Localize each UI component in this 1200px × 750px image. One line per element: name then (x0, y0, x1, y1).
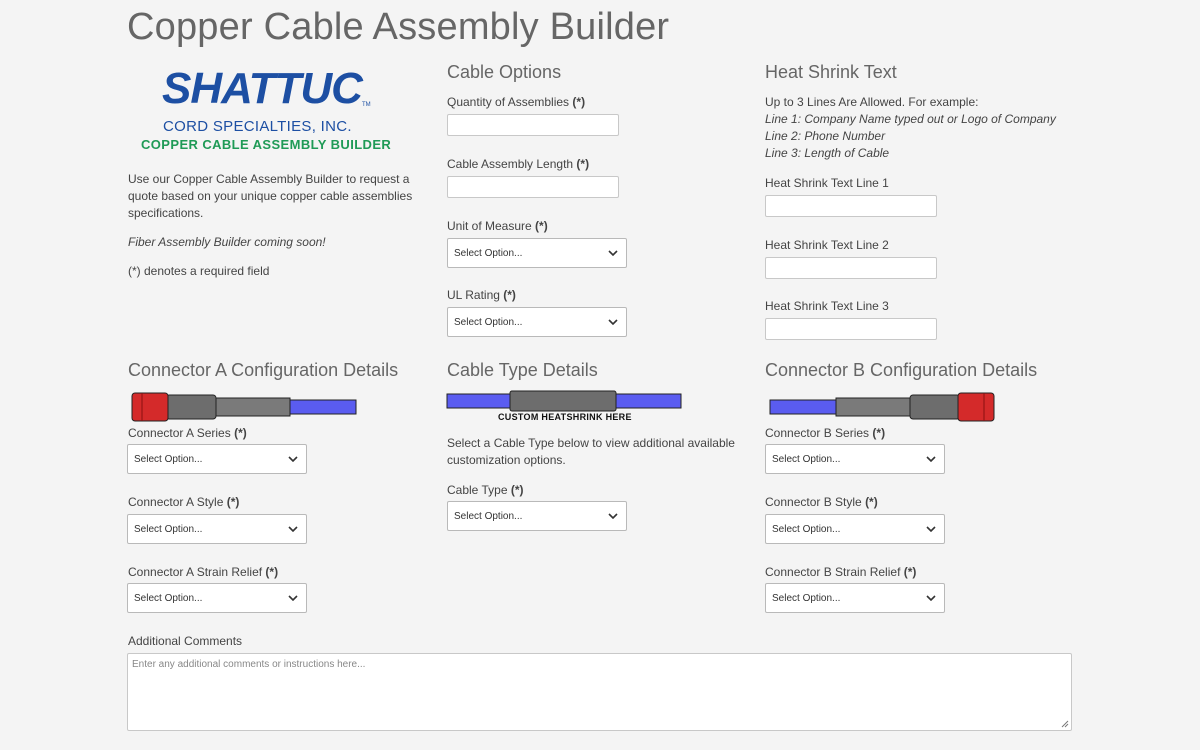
logo-builder-line: COPPER CABLE ASSEMBLY BUILDER (141, 137, 392, 152)
cable-type-select[interactable]: Select Option... (447, 501, 627, 531)
unit-select-value: Select Option... (454, 247, 523, 259)
comments-label: Additional Comments (128, 634, 243, 648)
logo-trademark: TM (362, 102, 371, 108)
page-title: Copper Cable Assembly Builder (127, 6, 670, 48)
logo-company-line: CORD SPECIALTIES, INC. (163, 118, 352, 135)
chevron-down-icon (284, 589, 302, 607)
heat-shrink-line1-label: Heat Shrink Text Line 1 (765, 176, 889, 190)
connector-a-image (131, 392, 357, 422)
quantity-input[interactable] (447, 114, 619, 136)
chevron-down-icon (922, 520, 940, 538)
unit-label: Unit of Measure (*) (447, 219, 548, 233)
comments-placeholder: Enter any additional comments or instruc… (132, 659, 366, 670)
connector-a-relief-select[interactable]: Select Option... (127, 583, 307, 613)
connector-a-series-value: Select Option... (134, 453, 203, 465)
connector-a-relief-label: Connector A Strain Relief (*) (128, 565, 279, 579)
connector-b-style-value: Select Option... (772, 523, 841, 535)
connector-a-style-value: Select Option... (134, 523, 203, 535)
resize-grip-icon[interactable] (1061, 720, 1069, 728)
connector-a-style-label: Connector A Style (*) (128, 495, 240, 509)
heat-shrink-example-3: Line 3: Length of Cable (765, 146, 890, 160)
cable-type-heading: Cable Type Details (447, 360, 598, 380)
length-input[interactable] (447, 176, 619, 198)
connector-b-style-select[interactable]: Select Option... (765, 514, 945, 544)
connector-b-relief-label: Connector B Strain Relief (*) (765, 565, 917, 579)
length-label: Cable Assembly Length (*) (447, 157, 590, 171)
unit-select[interactable]: Select Option... (447, 238, 627, 268)
heat-shrink-line3-input[interactable] (765, 318, 937, 340)
comments-textarea[interactable]: Enter any additional comments or instruc… (127, 653, 1072, 731)
connector-b-image (769, 392, 995, 422)
ul-select-value: Select Option... (454, 316, 523, 328)
ul-label: UL Rating (*) (447, 288, 516, 302)
heat-shrink-intro: Up to 3 Lines Are Allowed. For example: (765, 95, 979, 109)
heat-shrink-example-1: Line 1: Company Name typed out or Logo o… (765, 112, 1056, 126)
chevron-down-icon (284, 520, 302, 538)
company-logo: SHATTUC TM CORD SPECIALTIES, INC. COPPER… (140, 64, 400, 154)
quantity-label: Quantity of Assemblies (*) (447, 95, 586, 109)
connector-a-style-select[interactable]: Select Option... (127, 514, 307, 544)
cable-type-label: Cable Type (*) (447, 483, 524, 497)
cable-heatshrink-image (446, 390, 682, 412)
heat-shrink-line2-input[interactable] (765, 257, 937, 279)
required-note: (*) denotes a required field (128, 264, 270, 278)
heat-shrink-line2-label: Heat Shrink Text Line 2 (765, 238, 889, 252)
chevron-down-icon (604, 313, 622, 331)
connector-b-heading: Connector B Configuration Details (765, 360, 1038, 380)
heat-shrink-example-2: Line 2: Phone Number (765, 129, 886, 143)
fiber-note: Fiber Assembly Builder coming soon! (128, 235, 326, 249)
connector-b-series-label: Connector B Series (*) (765, 426, 886, 440)
connector-b-style-label: Connector B Style (*) (765, 495, 878, 509)
heat-shrink-line3-label: Heat Shrink Text Line 3 (765, 299, 889, 313)
connector-b-relief-value: Select Option... (772, 592, 841, 604)
connector-a-series-label: Connector A Series (*) (128, 426, 247, 440)
logo-wordmark: SHATTUC (162, 64, 363, 113)
connector-a-heading: Connector A Configuration Details (128, 360, 399, 380)
heat-shrink-line1-input[interactable] (765, 195, 937, 217)
connector-b-relief-select[interactable]: Select Option... (765, 583, 945, 613)
chevron-down-icon (604, 507, 622, 525)
cable-options-heading: Cable Options (447, 62, 562, 82)
connector-b-series-select[interactable]: Select Option... (765, 444, 945, 474)
cable-type-value: Select Option... (454, 510, 523, 522)
heatshrink-caption: CUSTOM HEATSHRINK HERE (498, 412, 632, 422)
cable-type-description: Select a Cable Type below to view additi… (447, 436, 735, 467)
intro-description: Use our Copper Cable Assembly Builder to… (128, 172, 413, 220)
chevron-down-icon (922, 450, 940, 468)
ul-select[interactable]: Select Option... (447, 307, 627, 337)
heat-shrink-heading: Heat Shrink Text (765, 62, 897, 82)
connector-a-series-select[interactable]: Select Option... (127, 444, 307, 474)
chevron-down-icon (922, 589, 940, 607)
connector-a-relief-value: Select Option... (134, 592, 203, 604)
chevron-down-icon (604, 244, 622, 262)
chevron-down-icon (284, 450, 302, 468)
connector-b-series-value: Select Option... (772, 453, 841, 465)
